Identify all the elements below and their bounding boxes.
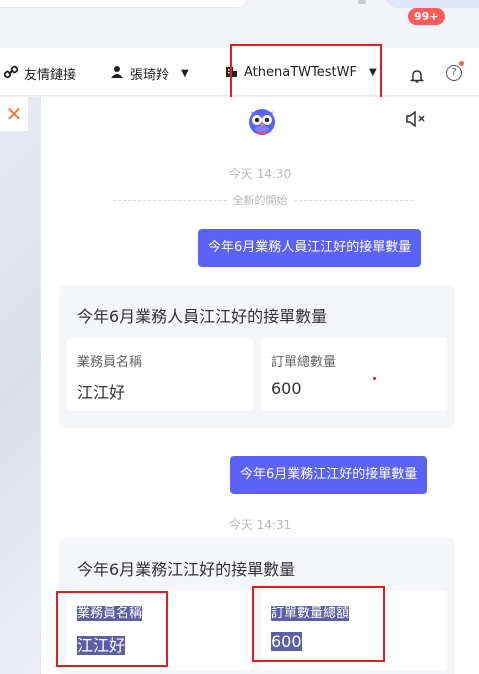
notification-badge: 99+ <box>408 8 445 25</box>
card-title: 今年6月業務江江好的接單數量 <box>77 560 296 579</box>
background-panel <box>0 97 40 674</box>
field-label: 訂單總數量 <box>271 355 337 370</box>
help-icon[interactable]: ? <box>446 65 462 81</box>
field-value: 江江好 <box>77 636 126 655</box>
user-name: 張琦羚 <box>130 68 170 83</box>
tenant-menu[interactable]: AthenaTWTestWF ▼ <box>224 64 377 81</box>
field-value: 江江好 <box>77 383 126 402</box>
toolbar-indicator <box>358 0 366 4</box>
result-card: 今年6月業務江江好的接單數量 業務員名稱 江江好 訂單數量總額 600 <box>59 538 455 674</box>
link-icon <box>3 65 19 82</box>
app-header: 友情鏈接 張琦羚 ▼ AthenaTWTestWF ▼ <box>0 48 479 96</box>
chevron-down-icon: ▼ <box>368 67 377 78</box>
field-label: 業務員名稱 <box>77 606 143 621</box>
browser-search-bar[interactable] <box>0 0 248 8</box>
owl-assistant-icon <box>245 103 279 137</box>
conversation-divider: 全新的開始 <box>41 192 479 208</box>
divider-label: 全新的開始 <box>228 194 292 207</box>
message-timestamp: 今天 14:31 <box>228 518 292 532</box>
chevron-down-icon: ▼ <box>181 68 189 79</box>
bell-icon[interactable] <box>409 68 425 88</box>
field-label: 訂單數量總額 <box>271 606 350 621</box>
user-menu[interactable]: 張琦羚 ▼ <box>110 64 189 83</box>
help-notification-dot <box>459 61 464 66</box>
browser-top-strip <box>0 0 479 48</box>
card-title: 今年6月業務人員江江好的接單數量 <box>77 307 328 326</box>
field-order-amount: 訂單數量總額 600 <box>261 590 447 670</box>
field-salesperson-name: 業務員名稱 江江好 <box>67 337 253 411</box>
cursor-dot <box>373 377 376 380</box>
links-label: 友情鏈接 <box>24 68 77 83</box>
user-icon <box>110 65 124 82</box>
close-icon[interactable]: ✕ <box>0 97 28 131</box>
tenant-name: AthenaTWTestWF <box>244 65 357 80</box>
field-value: 600 <box>271 379 302 398</box>
chat-panel: 今天 14:30 全新的開始 今年6月業務人員江江好的接單數量 今年6月業務人員… <box>40 97 479 674</box>
message-timestamp: 今天 14:30 <box>228 167 292 181</box>
result-card: 今年6月業務人員江江好的接單數量 業務員名稱 江江好 訂單總數量 600 <box>59 285 455 428</box>
field-order-total: 訂單總數量 600 <box>261 337 447 411</box>
browser-action-button[interactable] <box>386 0 479 8</box>
links-menu[interactable]: 友情鏈接 <box>3 64 77 83</box>
building-icon <box>224 64 238 81</box>
user-message-bubble: 今年6月業務江江好的接單數量 <box>230 456 428 494</box>
mute-icon[interactable] <box>405 110 427 131</box>
field-label: 業務員名稱 <box>77 355 143 370</box>
field-value: 600 <box>271 632 302 651</box>
user-message-bubble: 今年6月業務人員江江好的接單數量 <box>198 229 422 267</box>
field-salesperson-name: 業務員名稱 江江好 <box>67 590 253 670</box>
